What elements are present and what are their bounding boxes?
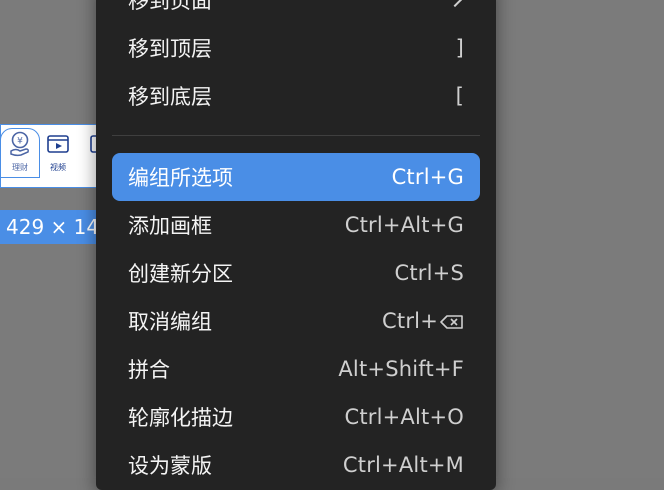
menu-item-shortcut: ] <box>455 36 464 60</box>
menu-item-bring-to-front[interactable]: 移到顶层 ] <box>112 24 480 72</box>
menu-item-label: 设为蒙版 <box>128 454 212 478</box>
menu-item-label: 取消编组 <box>128 310 212 334</box>
menu-item-label: 移到页面 <box>128 0 212 13</box>
menu-item-send-to-back[interactable]: 移到底层 [ <box>112 72 480 120</box>
menu-item-shortcut: Ctrl+Alt+G <box>344 213 464 237</box>
menu-item-shortcut: [ <box>455 84 464 108</box>
icon-frame-outline <box>0 128 40 178</box>
menu-item-shortcut: Ctrl+ <box>382 309 438 333</box>
menu-item-shortcut-wrap: Ctrl+ <box>382 309 464 333</box>
menu-item-label: 添加画框 <box>128 214 212 238</box>
menu-item-label: 编组所选项 <box>128 166 233 190</box>
menu-item-shortcut: Alt+Shift+F <box>338 357 464 381</box>
menu-item-label: 移到底层 <box>128 85 212 109</box>
menu-item-shortcut: Ctrl+G <box>391 165 464 189</box>
video-icon-caption: 视频 <box>50 163 66 172</box>
menu-item-ungroup[interactable]: 取消编组 Ctrl+ <box>112 297 480 345</box>
menu-item-create-section[interactable]: 创建新分区 Ctrl+S <box>112 249 480 297</box>
menu-item-shortcut: Ctrl+Alt+M <box>342 453 464 477</box>
menu-item-shortcut: Ctrl+S <box>394 261 464 285</box>
chevron-right-icon <box>447 0 463 8</box>
menu-item-outline-stroke[interactable]: 轮廓化描边 Ctrl+Alt+O <box>112 393 480 441</box>
menu-item-shortcut: Ctrl+Alt+O <box>344 405 464 429</box>
menu-item-label: 轮廓化描边 <box>128 406 233 430</box>
menu-item-move-to-page[interactable]: 移到页面 <box>112 0 480 24</box>
size-badge: 429 × 14 <box>0 210 108 244</box>
menu-divider <box>112 135 480 136</box>
video-icon-item[interactable]: 视频 <box>43 131 73 173</box>
menu-item-add-frame[interactable]: 添加画框 Ctrl+Alt+G <box>112 201 480 249</box>
backspace-icon <box>440 315 463 329</box>
video-icon <box>47 135 69 153</box>
menu-item-flatten[interactable]: 拼合 Alt+Shift+F <box>112 345 480 393</box>
menu-item-label: 创建新分区 <box>128 262 233 286</box>
menu-item-group-selection[interactable]: 编组所选项 Ctrl+G <box>112 153 480 201</box>
menu-item-use-as-mask[interactable]: 设为蒙版 Ctrl+Alt+M <box>112 441 480 489</box>
context-menu: 移到页面 移到顶层 ] 移到底层 [ 编组所选项 Ctrl+G 添加画框 Ctr… <box>96 0 496 490</box>
menu-item-label: 移到顶层 <box>128 37 212 61</box>
menu-item-label: 拼合 <box>128 358 170 382</box>
